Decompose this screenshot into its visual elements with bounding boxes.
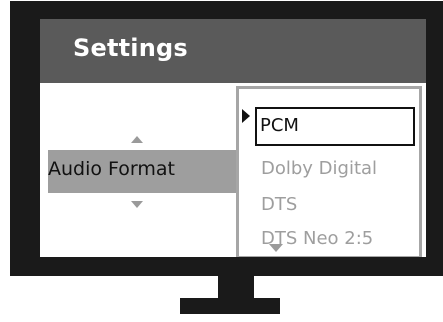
tv-screen: Settings Audio Format PCM Dolby Digital … <box>40 19 426 257</box>
option-pcm[interactable]: PCM <box>255 107 415 146</box>
audio-format-dropdown[interactable]: PCM Dolby Digital DTS DTS Neo 2:5 <box>236 86 422 257</box>
tv-stand-neck <box>218 276 254 298</box>
setting-label: Audio Format <box>48 158 175 180</box>
settings-title: Settings <box>73 34 188 62</box>
tv-stand-base <box>180 298 280 314</box>
dropdown-scroll-down-icon[interactable] <box>269 244 283 252</box>
tv-frame: Settings Audio Format PCM Dolby Digital … <box>10 1 443 276</box>
selector-arrow-icon <box>242 109 250 123</box>
option-dolby-digital[interactable]: Dolby Digital <box>261 158 377 179</box>
setting-next-arrow-icon[interactable] <box>131 201 143 208</box>
setting-prev-arrow-icon[interactable] <box>131 136 143 143</box>
settings-header: Settings <box>40 19 426 83</box>
option-dts[interactable]: DTS <box>261 194 297 215</box>
